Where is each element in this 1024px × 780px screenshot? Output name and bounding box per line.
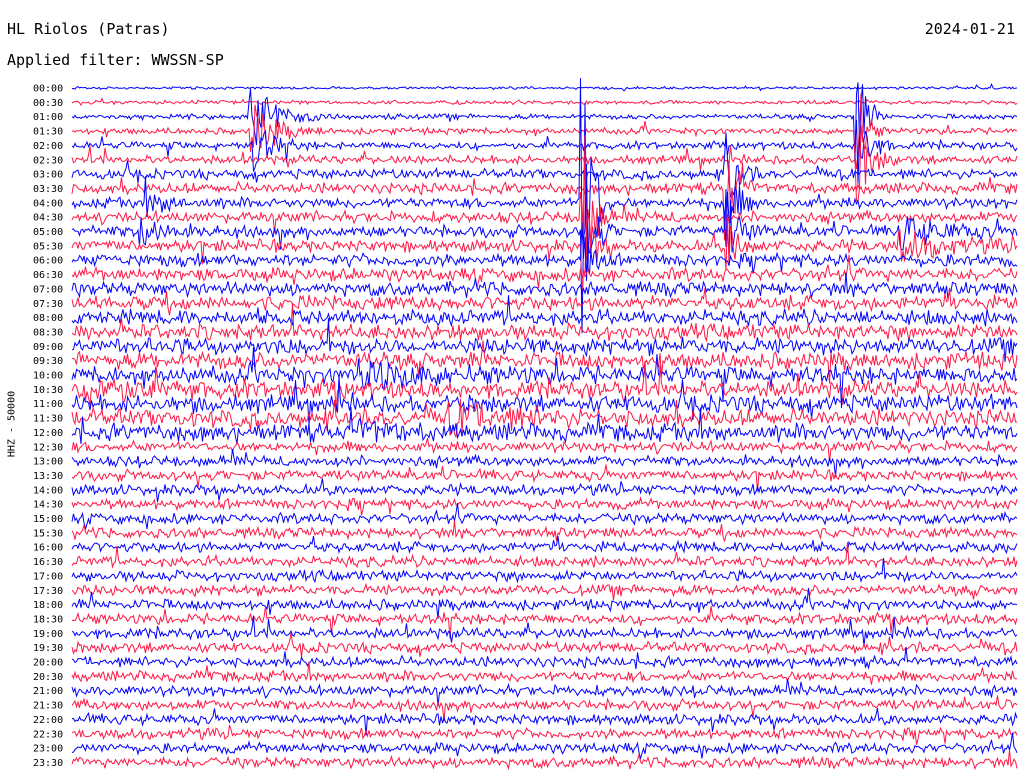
time-tick-label: 16:00: [33, 543, 63, 554]
time-tick-label: 02:00: [33, 141, 63, 152]
time-tick-label: 08:00: [33, 313, 63, 324]
time-tick-label: 07:00: [33, 284, 63, 295]
trace-row-1600: [71, 536, 1018, 555]
time-tick-label: 23:00: [33, 744, 63, 755]
time-tick-label: 01:00: [33, 112, 63, 123]
time-tick-label: 19:30: [33, 643, 63, 654]
trace-row-0230: [71, 125, 1018, 202]
time-tick-label: 18:00: [33, 600, 63, 611]
time-tick-label: 04:30: [33, 213, 63, 224]
trace-row-1530: [71, 520, 1018, 542]
time-tick-label: 15:00: [33, 514, 63, 525]
time-tick-label: 11:30: [33, 414, 63, 425]
time-tick-label: 05:30: [33, 241, 63, 252]
time-tick-label: 07:30: [33, 299, 63, 310]
time-tick-label: 21:30: [33, 701, 63, 712]
time-tick-label: 22:00: [33, 715, 63, 726]
time-tick-label: 02:30: [33, 155, 63, 166]
trace-row-2300: [71, 732, 1018, 761]
trace-row-1700: [71, 557, 1018, 584]
time-tick-label: 19:00: [33, 629, 63, 640]
trace-row-2100: [71, 678, 1018, 706]
time-tick-label: 04:00: [33, 198, 63, 209]
time-tick-label: 21:00: [33, 686, 63, 697]
time-tick-label: 20:30: [33, 672, 63, 683]
time-tick-label: 01:30: [33, 127, 63, 138]
trace-row-2330: [71, 750, 1018, 771]
trace-row-2000: [71, 646, 1018, 670]
time-tick-label: 17:30: [33, 586, 63, 597]
time-tick-label: 17:00: [33, 571, 63, 582]
trace-row-0030: [71, 97, 1018, 106]
time-tick-label: 06:00: [33, 256, 63, 267]
time-tick-label: 10:30: [33, 385, 63, 396]
trace-row-0430: [71, 135, 1018, 261]
trace-row-1430: [71, 496, 1018, 516]
time-tick-label: 09:30: [33, 356, 63, 367]
time-tick-label: 03:00: [33, 170, 63, 181]
time-tick-label: 12:00: [33, 428, 63, 439]
trace-row-1930: [71, 632, 1018, 658]
trace-row-1000: [71, 347, 1018, 409]
trace-row-1730: [71, 582, 1018, 601]
trace-row-0530: [71, 214, 1018, 292]
time-tick-label: 14:30: [33, 500, 63, 511]
time-tick-label: 00:00: [33, 84, 63, 95]
helicorder-plot: 00:00 00:30 01:00 01:30 02:00 02:30 03:00 03:30…: [33, 78, 1018, 771]
trace-row-0100: [71, 82, 1018, 164]
trace-row-1800: [71, 587, 1018, 619]
time-tick-label: 06:30: [33, 270, 63, 281]
time-tick-label: 23:30: [33, 758, 63, 769]
time-tick-label: 12:30: [33, 442, 63, 453]
time-tick-label: 13:30: [33, 471, 63, 482]
time-tick-label: 13:00: [33, 457, 63, 468]
trace-row-1230: [71, 437, 1018, 462]
time-tick-label: 20:00: [33, 658, 63, 669]
time-tick-label: 14:00: [33, 485, 63, 496]
time-tick-label: 09:00: [33, 342, 63, 353]
time-tick-label: 15:30: [33, 528, 63, 539]
trace-row-2230: [71, 725, 1018, 745]
time-tick-label: 16:30: [33, 557, 63, 568]
trace-row-0830: [71, 302, 1018, 343]
time-tick-label: 22:30: [33, 729, 63, 740]
time-tick-label: 10:00: [33, 371, 63, 382]
trace-row-1500: [71, 503, 1018, 531]
trace-row-1400: [71, 478, 1018, 503]
time-tick-label: 05:00: [33, 227, 63, 238]
time-tick-label: 00:30: [33, 98, 63, 109]
time-tick-label: 11:00: [33, 399, 63, 410]
trace-row-0000: [71, 82, 1018, 92]
time-tick-label: 03:30: [33, 184, 63, 195]
trace-row-0900: [71, 318, 1018, 363]
time-tick-label: 08:30: [33, 327, 63, 338]
time-tick-label: 18:30: [33, 614, 63, 625]
